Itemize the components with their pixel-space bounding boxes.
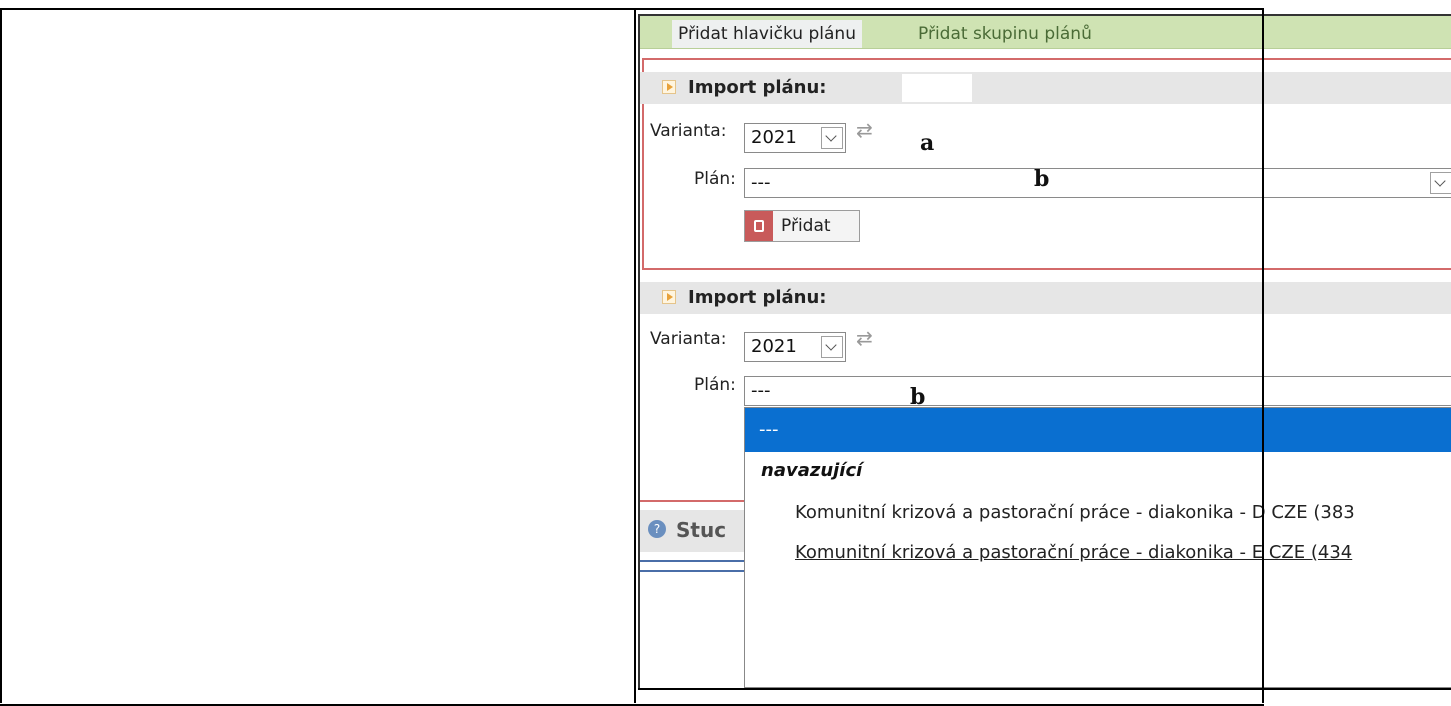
table-top-border [0,8,1264,10]
table-right-border [1262,8,1264,703]
screenshot-bottom-border [638,688,1451,690]
table-left-border [0,8,2,703]
table-column-divider [634,8,636,703]
screenshot-frame [638,14,1451,690]
